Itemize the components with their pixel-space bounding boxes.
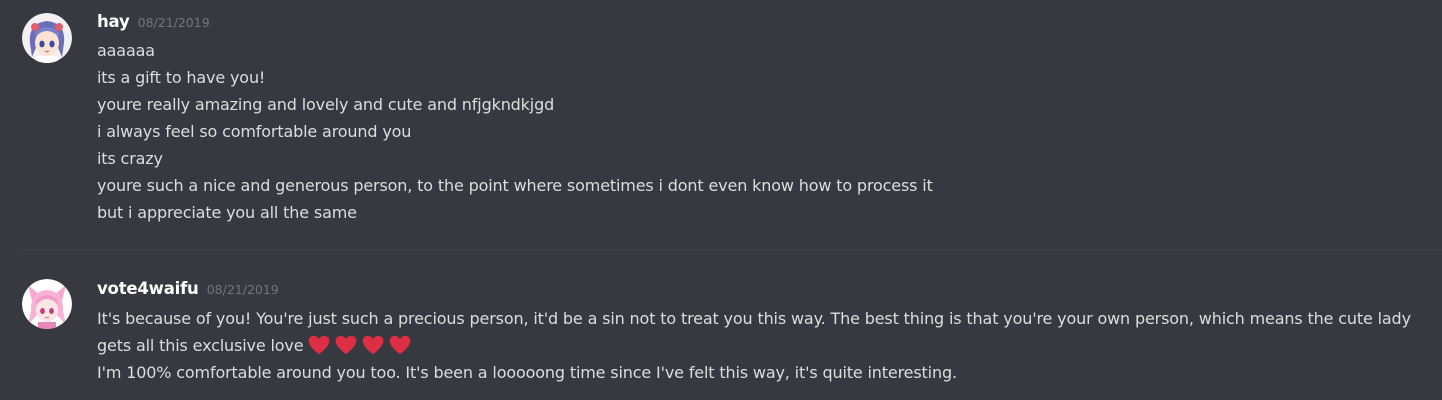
- message-header: hay 08/21/2019: [97, 12, 210, 31]
- username[interactable]: vote4waifu: [97, 279, 199, 298]
- message-content: aaaaaa its a gift to have you! youre rea…: [97, 37, 1432, 226]
- message-line: youre really amazing and lovely and cute…: [97, 95, 555, 114]
- username[interactable]: hay: [97, 12, 130, 31]
- timestamp: 08/21/2019: [206, 282, 279, 297]
- timestamp: 08/21/2019: [137, 15, 210, 30]
- heart-emoji-icon: [308, 335, 330, 355]
- heart-emoji-icon: [335, 335, 357, 355]
- heart-emoji-icon: [362, 335, 384, 355]
- anime-avatar-vote4waifu-icon: [22, 279, 72, 329]
- message-line: its a gift to have you!: [97, 68, 266, 87]
- message-content: It's because of you! You're just such a …: [97, 305, 1432, 386]
- user-avatar[interactable]: [22, 13, 72, 63]
- message-divider: [20, 249, 1442, 250]
- user-avatar[interactable]: [22, 279, 72, 329]
- message-line: its crazy: [97, 149, 163, 168]
- message-header: vote4waifu 08/21/2019: [97, 279, 279, 298]
- message-text: It's because of you! You're just such a …: [97, 309, 1411, 355]
- message-line: aaaaaa: [97, 41, 155, 60]
- message-line: It's because of you! You're just such a …: [97, 305, 1432, 359]
- message-line: youre such a nice and generous person, t…: [97, 176, 933, 195]
- anime-avatar-hay-icon: [22, 13, 72, 63]
- message-line: i always feel so comfortable around you: [97, 122, 412, 141]
- message-line: but i appreciate you all the same: [97, 203, 357, 222]
- message-line: I'm 100% comfortable around you too. It'…: [97, 363, 957, 382]
- heart-emoji-icon: [389, 335, 411, 355]
